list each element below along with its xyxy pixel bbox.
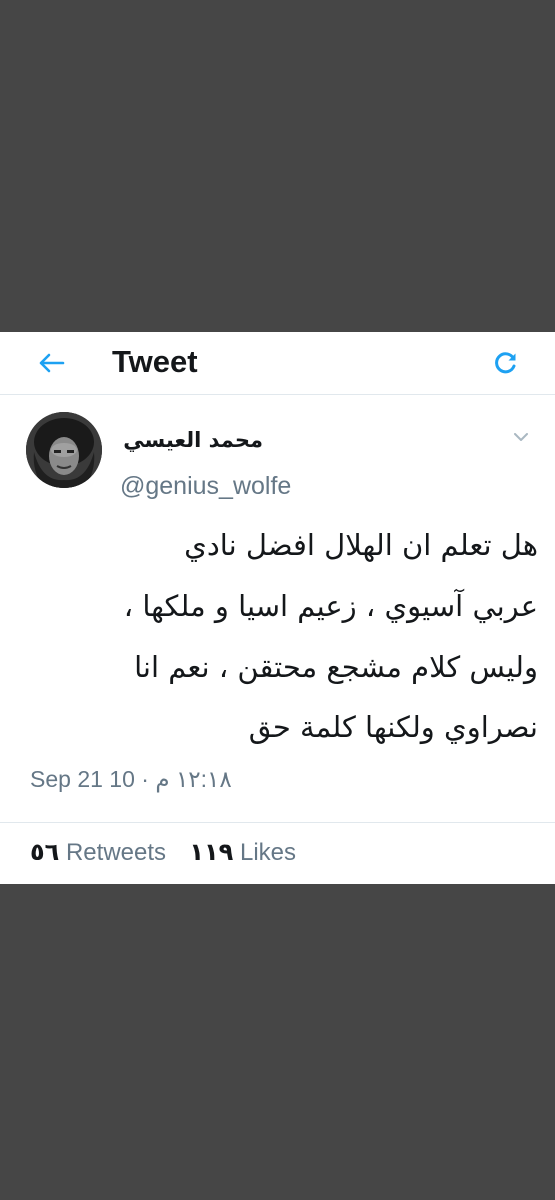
user-handle[interactable]: @genius_wolfe bbox=[120, 472, 291, 501]
avatar[interactable] bbox=[26, 412, 102, 488]
refresh-button[interactable] bbox=[491, 348, 521, 378]
tweet-text-line: وليس كلام مشجع محتقن ، نعم انا bbox=[134, 650, 538, 684]
arrow-left-icon bbox=[39, 353, 65, 373]
tweet-options-button[interactable] bbox=[510, 428, 532, 446]
retweets-count[interactable]: ٥٦ bbox=[30, 839, 59, 866]
stats-divider bbox=[0, 822, 555, 823]
tweet-card: Tweet محمد العيسي @genius_wolfe هل تعلم … bbox=[0, 332, 555, 884]
display-name[interactable]: محمد العيسي bbox=[123, 428, 263, 452]
top-bar: Tweet bbox=[0, 332, 555, 394]
chevron-down-icon bbox=[514, 432, 528, 441]
back-button[interactable] bbox=[34, 346, 68, 380]
tweet-text-line: عربي آسيوي ، زعيم اسيا و ملكها ، bbox=[123, 589, 538, 623]
header-divider bbox=[0, 394, 555, 395]
refresh-icon bbox=[495, 352, 516, 374]
likes-label[interactable]: Likes bbox=[240, 839, 296, 866]
tweet-text-line: نصراوي ولكنها كلمة حق bbox=[248, 710, 538, 744]
tweet-text-line: هل تعلم ان الهلال افضل نادي bbox=[184, 528, 538, 562]
page-title: Tweet bbox=[112, 344, 198, 379]
likes-count[interactable]: ١١٩ bbox=[189, 839, 233, 866]
tweet-stats: ٥٦ Retweets ١١٩ Likes bbox=[30, 838, 296, 867]
retweets-label[interactable]: Retweets bbox=[66, 839, 166, 866]
avatar-image bbox=[26, 412, 102, 488]
tweet-timestamp: Sep 21 10 · ١٢:١٨ م bbox=[30, 766, 232, 792]
